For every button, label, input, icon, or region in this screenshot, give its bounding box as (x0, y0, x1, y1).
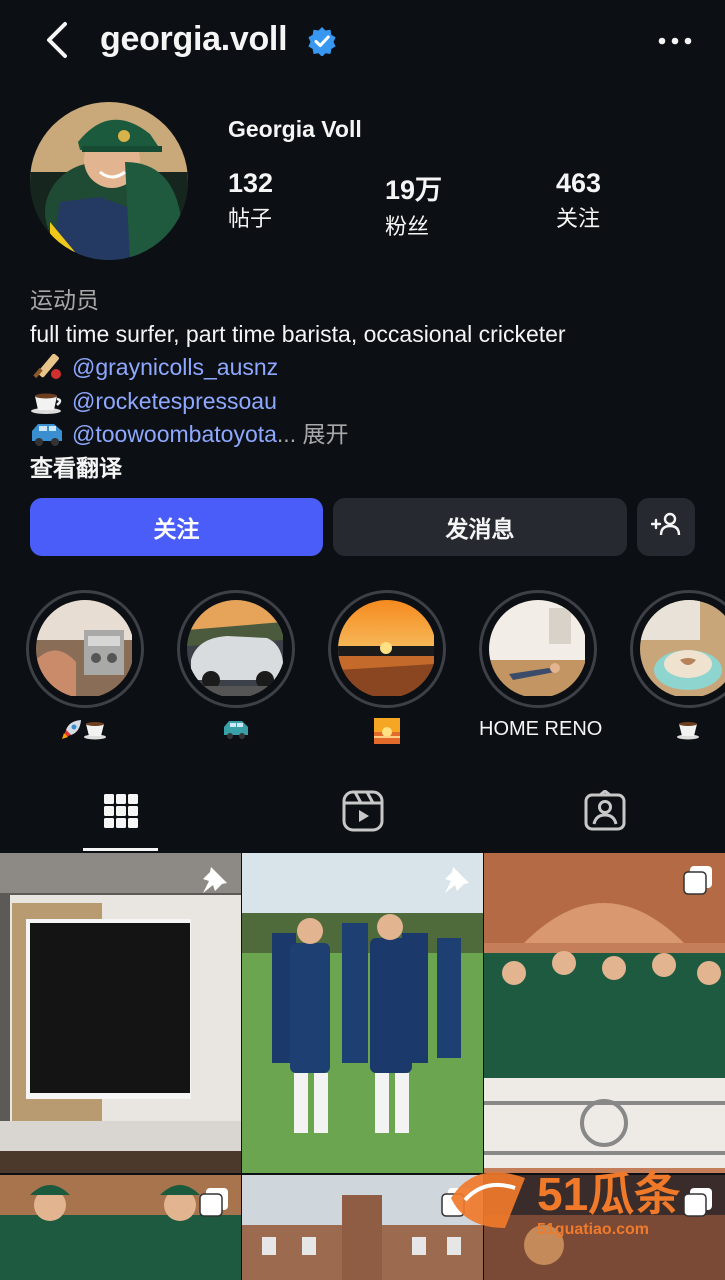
highlight-label (328, 718, 446, 750)
highlight-label: HOME RENO (479, 718, 603, 740)
more-options-icon[interactable] (650, 26, 700, 56)
top-bar: georgia.voll (0, 0, 725, 84)
stat-label: 关注 (556, 206, 601, 231)
add-person-icon (650, 512, 681, 542)
story-highlight[interactable]: HOME RENO (479, 590, 603, 741)
coffee-icon (30, 388, 64, 414)
watermark-logo: 51瓜条 51guatiao.com (445, 1158, 715, 1240)
highlight-label (26, 718, 144, 746)
stat-value: 132 (228, 168, 274, 198)
highlight-label (177, 718, 295, 746)
pinned-icon (199, 865, 229, 895)
followers-count[interactable]: 19万 粉丝 (385, 168, 442, 241)
tab-posts-grid[interactable] (91, 788, 151, 838)
bio-link-row: @rocketespressoau (30, 385, 710, 419)
story-highlight[interactable] (26, 590, 144, 746)
bio-link[interactable]: @toowoombatoyota (72, 421, 277, 447)
story-highlight[interactable] (630, 590, 725, 746)
profile-tabs (0, 776, 725, 852)
stat-value: 19万 (385, 175, 443, 205)
sunrise-icon (374, 718, 400, 749)
back-arrow-icon[interactable] (34, 18, 78, 62)
post-thumbnail[interactable] (0, 853, 241, 1173)
carousel-icon (683, 865, 713, 895)
post-thumbnail[interactable] (484, 853, 725, 1173)
coffee-icon (83, 722, 109, 745)
post-thumbnail[interactable] (0, 1175, 241, 1280)
carousel-icon (199, 1187, 229, 1217)
follow-button[interactable]: 关注 (30, 498, 323, 556)
display-name: Georgia Voll (228, 116, 362, 142)
following-count[interactable]: 463 关注 (556, 168, 601, 233)
posts-count[interactable]: 132 帖子 (228, 168, 273, 233)
highlight-cover (36, 600, 134, 698)
profile-avatar[interactable] (30, 102, 188, 260)
cricket-icon (30, 353, 64, 380)
profile-username: georgia.voll (100, 20, 288, 58)
stat-value: 463 (556, 168, 602, 198)
bio-ellipsis: ... (276, 421, 297, 447)
bio-expand-link[interactable]: 展开 (302, 421, 348, 447)
tab-reels[interactable] (333, 788, 393, 838)
profile-bio: 运动员 full time surfer, part time barista,… (30, 284, 710, 485)
active-tab-indicator (83, 848, 158, 851)
watermark-brand: 51瓜条 (537, 1168, 680, 1220)
tagged-icon (584, 788, 626, 837)
highlight-cover (338, 600, 436, 698)
stat-label: 帖子 (228, 206, 273, 231)
grid-icon (103, 793, 139, 834)
highlight-label (630, 718, 725, 746)
bio-link[interactable]: @rocketespressoau (72, 388, 277, 414)
bio-link-row: @graynicolls_ausnz (30, 351, 710, 385)
tab-tagged[interactable] (575, 788, 635, 838)
bio-link[interactable]: @graynicolls_ausnz (72, 354, 278, 380)
highlight-cover (489, 600, 587, 698)
highlight-cover (187, 600, 285, 698)
rocket-icon (61, 720, 83, 745)
stat-label: 粉丝 (385, 214, 430, 239)
see-translation-link[interactable]: 查看翻译 (30, 452, 710, 486)
story-highlight[interactable] (177, 590, 295, 746)
bio-text: full time surfer, part time barista, occ… (30, 320, 566, 347)
bio-link-row: @toowoombatoyota... 展开 (30, 418, 710, 452)
reels-icon (342, 790, 384, 837)
coffee-icon (676, 722, 702, 745)
car-icon (222, 721, 250, 745)
story-highlight[interactable] (328, 590, 446, 750)
watermark-url: 51guatiao.com (537, 1221, 649, 1238)
message-button[interactable]: 发消息 (333, 498, 627, 556)
highlight-cover (640, 600, 725, 698)
pinned-icon (441, 865, 471, 895)
post-thumbnail[interactable] (242, 853, 483, 1173)
profile-category: 运动员 (30, 287, 99, 313)
car-icon (30, 421, 64, 447)
verified-badge-icon (307, 26, 337, 57)
suggest-users-button[interactable] (637, 498, 695, 556)
